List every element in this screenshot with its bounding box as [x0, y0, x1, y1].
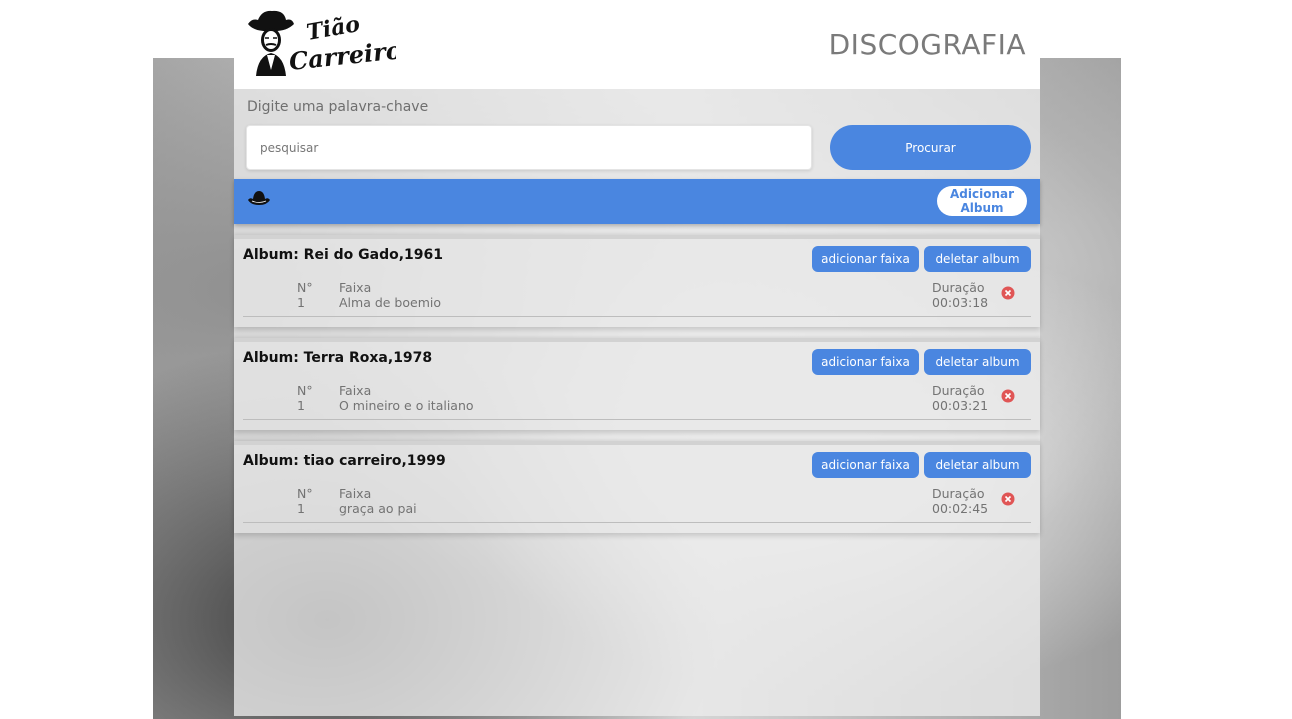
track-number-column: N° 1 — [297, 486, 313, 516]
add-album-button[interactable]: Adicionar Album — [937, 186, 1027, 216]
track-name-column: Faixa O mineiro e o italiano — [339, 383, 474, 413]
album-toolbar: Adicionar Album — [234, 179, 1040, 224]
track-header: Faixa — [339, 280, 372, 295]
number-header: N° — [297, 280, 313, 295]
add-track-button[interactable]: adicionar faixa — [812, 246, 919, 272]
track-name: Alma de boemio — [339, 295, 442, 310]
track-number: 1 — [297, 295, 305, 310]
row-divider — [243, 522, 1031, 523]
track-duration: 00:02:45 — [932, 501, 989, 516]
add-track-button[interactable]: adicionar faixa — [812, 349, 919, 375]
track-number: 1 — [297, 398, 305, 413]
delete-album-button[interactable]: deletar album — [924, 349, 1031, 375]
delete-track-icon[interactable] — [1001, 286, 1015, 300]
main-content: Digite uma palavra-chave Procurar Adicio… — [234, 89, 1040, 716]
add-track-button[interactable]: adicionar faixa — [812, 452, 919, 478]
track-duration-column: Duração 00:03:21 — [932, 383, 988, 413]
number-header: N° — [297, 383, 313, 398]
track-number-column: N° 1 — [297, 280, 313, 310]
album-title: Album: Terra Roxa,1978 — [243, 350, 433, 366]
track-number: 1 — [297, 501, 305, 516]
track-name-column: Faixa graça ao pai — [339, 486, 417, 516]
search-input[interactable] — [246, 125, 812, 170]
album-card: Album: tiao carreiro,1999 adicionar faix… — [234, 441, 1040, 533]
duration-header: Duração — [932, 486, 985, 501]
delete-track-icon[interactable] — [1001, 389, 1015, 403]
tiao-carreiro-logo: Tião Carreiro — [248, 10, 396, 76]
number-header: N° — [297, 486, 313, 501]
track-duration: 00:03:18 — [932, 295, 989, 310]
page-title: DISCOGRAFIA — [828, 28, 1026, 61]
album-card: Album: Rei do Gado,1961 adicionar faixa … — [234, 235, 1040, 327]
svg-text:Carreiro: Carreiro — [288, 35, 396, 76]
duration-header: Duração — [932, 280, 985, 295]
duration-header: Duração — [932, 383, 985, 398]
search-label: Digite uma palavra-chave — [247, 99, 429, 115]
track-number-column: N° 1 — [297, 383, 313, 413]
row-divider — [243, 419, 1031, 420]
page-header: Tião Carreiro DISCOGRAFIA — [234, 0, 1040, 89]
delete-album-button[interactable]: deletar album — [924, 246, 1031, 272]
track-header: Faixa — [339, 486, 372, 501]
album-title: Album: tiao carreiro,1999 — [243, 453, 446, 469]
track-name: O mineiro e o italiano — [339, 398, 474, 413]
delete-album-button[interactable]: deletar album — [924, 452, 1031, 478]
track-duration-column: Duração 00:03:18 — [932, 280, 988, 310]
cowboy-hat-icon — [248, 191, 270, 205]
album-list: Album: Rei do Gado,1961 adicionar faixa … — [234, 235, 1040, 544]
track-header: Faixa — [339, 383, 372, 398]
track-name: graça ao pai — [339, 501, 417, 516]
row-divider — [243, 316, 1031, 317]
album-title: Album: Rei do Gado,1961 — [243, 247, 444, 263]
album-card: Album: Terra Roxa,1978 adicionar faixa d… — [234, 338, 1040, 430]
search-button[interactable]: Procurar — [830, 125, 1031, 170]
track-duration: 00:03:21 — [932, 398, 989, 413]
track-name-column: Faixa Alma de boemio — [339, 280, 441, 310]
delete-track-icon[interactable] — [1001, 492, 1015, 506]
track-duration-column: Duração 00:02:45 — [932, 486, 988, 516]
